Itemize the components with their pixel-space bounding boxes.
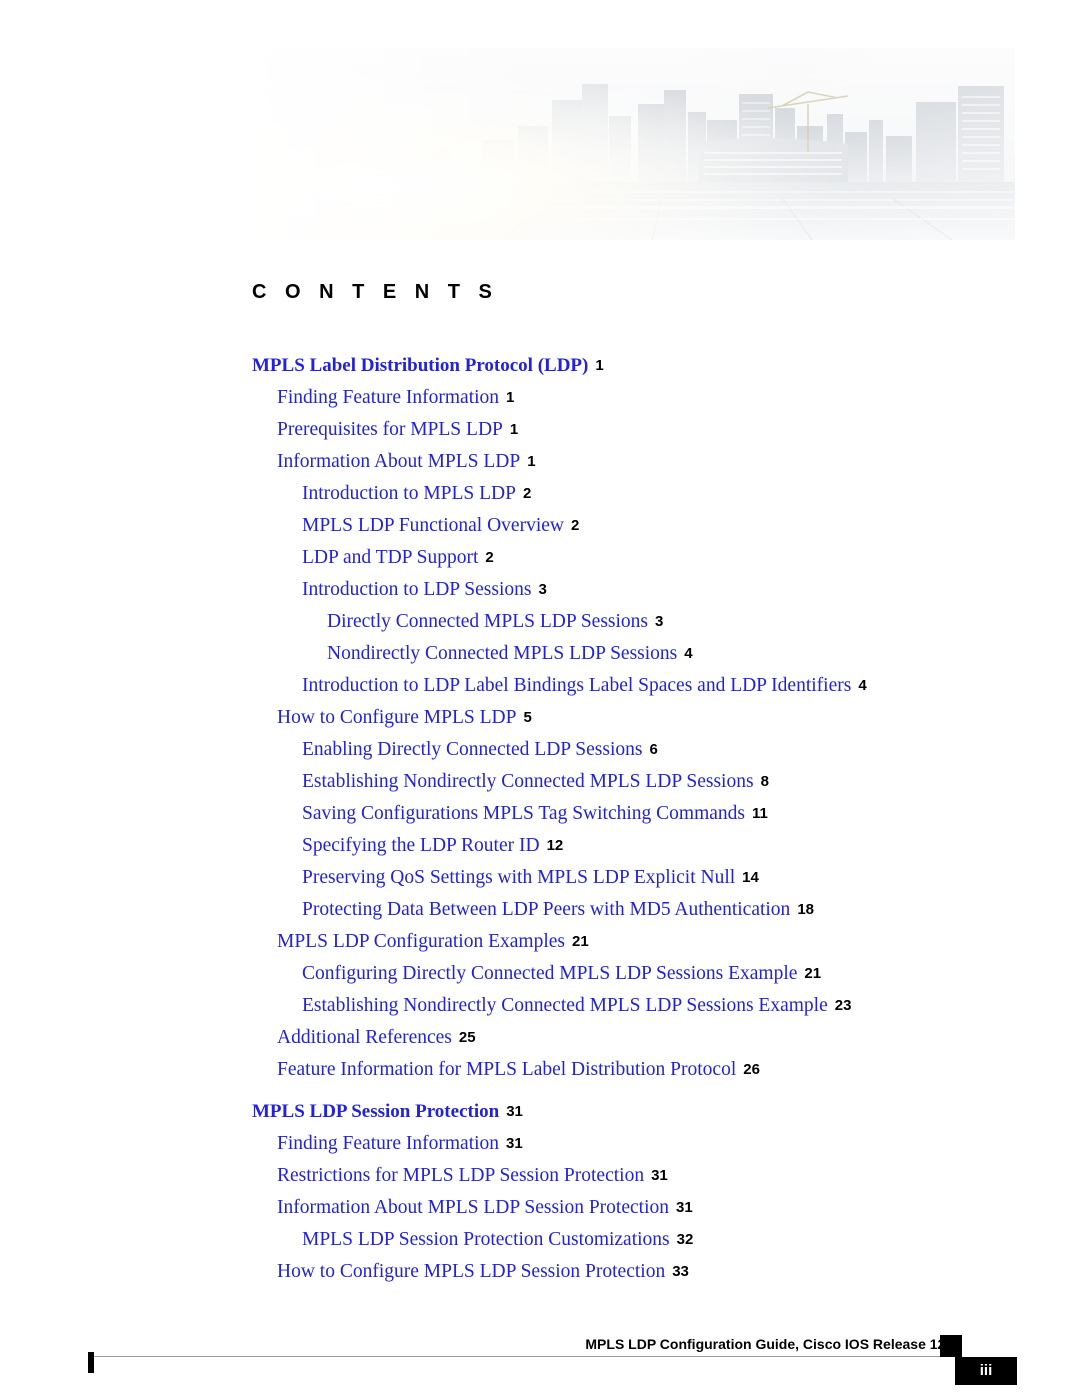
toc-entry[interactable]: Finding Feature Information 31 <box>0 1128 1080 1160</box>
toc-entry-label: Nondirectly Connected MPLS LDP Sessions <box>327 643 678 664</box>
toc-entry[interactable]: Configuring Directly Connected MPLS LDP … <box>0 958 1080 990</box>
toc-entry-label: Introduction to LDP Label Bindings Label… <box>302 675 852 696</box>
toc-entry-label: Configuring Directly Connected MPLS LDP … <box>302 963 798 984</box>
toc-entry-page-number: 21 <box>804 965 822 982</box>
toc-entry-label: Information About MPLS LDP Session Prote… <box>277 1197 669 1218</box>
toc-entry-label: Establishing Nondirectly Connected MPLS … <box>302 995 828 1016</box>
toc-chapter-entry[interactable]: MPLS LDP Session Protection 31 <box>0 1096 1080 1128</box>
toc-entry[interactable]: LDP and TDP Support 2 <box>0 542 1080 574</box>
toc-entry[interactable]: Introduction to LDP Label Bindings Label… <box>0 670 1080 702</box>
footer-black-square <box>940 1335 962 1357</box>
toc-entry-label: Establishing Nondirectly Connected MPLS … <box>302 771 754 792</box>
toc-entry[interactable]: Additional References 25 <box>0 1022 1080 1054</box>
toc-entry[interactable]: How to Configure MPLS LDP 5 <box>0 702 1080 734</box>
toc-entry-label: Finding Feature Information <box>277 387 500 408</box>
toc-entry-page-number: 2 <box>570 517 580 534</box>
toc-chapter-entry[interactable]: MPLS Label Distribution Protocol (LDP) 1 <box>0 350 1080 382</box>
toc-entry-label: MPLS LDP Session Protection Customizatio… <box>302 1229 670 1250</box>
toc-entry[interactable]: Directly Connected MPLS LDP Sessions 3 <box>0 606 1080 638</box>
toc-entry-label: Saving Configurations MPLS Tag Switching… <box>302 803 745 824</box>
toc-entry[interactable]: Restrictions for MPLS LDP Session Protec… <box>0 1160 1080 1192</box>
toc-entry-page-number: 3 <box>538 581 547 598</box>
toc-entry-page-number: 14 <box>742 869 759 886</box>
toc-entry[interactable]: Finding Feature Information 1 <box>0 382 1080 414</box>
footer-left-tick-mark <box>88 1352 94 1373</box>
toc-entry[interactable]: Feature Information for MPLS Label Distr… <box>0 1054 1080 1086</box>
toc-entry[interactable]: Establishing Nondirectly Connected MPLS … <box>0 766 1080 798</box>
toc-entry-label: Introduction to LDP Sessions <box>302 579 532 600</box>
toc-entry-label: Protecting Data Between LDP Peers with M… <box>302 899 791 920</box>
toc-entry[interactable]: Prerequisites for MPLS LDP 1 <box>0 414 1080 446</box>
table-of-contents: MPLS Label Distribution Protocol (LDP) 1 F… <box>0 350 1080 1288</box>
cityscape-illustration <box>252 48 1015 240</box>
toc-entry-label: MPLS LDP Functional Overview <box>302 515 564 536</box>
toc-entry-label: Finding Feature Information <box>277 1133 500 1154</box>
toc-entry[interactable]: Information About MPLS LDP Session Prote… <box>0 1192 1080 1224</box>
toc-entry[interactable]: How to Configure MPLS LDP Session Protec… <box>0 1256 1080 1288</box>
toc-entry-page-number: 31 <box>676 1199 693 1216</box>
toc-entry-label: Feature Information for MPLS Label Distr… <box>277 1059 737 1080</box>
toc-entry-page-number: 18 <box>797 901 814 918</box>
toc-entry-page-number: 11 <box>752 805 768 822</box>
toc-entry-page-number: 31 <box>506 1103 523 1120</box>
toc-entry-page-number: 2 <box>485 549 494 566</box>
toc-entry-label: Restrictions for MPLS LDP Session Protec… <box>277 1165 645 1186</box>
toc-entry-page-number: 23 <box>834 997 852 1014</box>
page-footer: MPLS LDP Configuration Guide, Cisco IOS … <box>0 1330 1080 1397</box>
toc-entry[interactable]: Protecting Data Between LDP Peers with M… <box>0 894 1080 926</box>
toc-entry[interactable]: MPLS LDP Session Protection Customizatio… <box>0 1224 1080 1256</box>
toc-entry-page-number: 4 <box>858 677 867 694</box>
toc-entry[interactable]: Nondirectly Connected MPLS LDP Sessions 4 <box>0 638 1080 670</box>
toc-entry[interactable]: MPLS LDP Configuration Examples 21 <box>0 926 1080 958</box>
toc-entry-label: LDP and TDP Support <box>302 547 479 568</box>
footer-document-title: MPLS LDP Configuration Guide, Cisco IOS … <box>585 1336 957 1352</box>
header-banner-image <box>252 48 1015 240</box>
toc-entry-label: Specifying the LDP Router ID <box>302 835 540 856</box>
toc-entry-label: How to Configure MPLS LDP Session Protec… <box>277 1261 666 1282</box>
toc-entry[interactable]: MPLS LDP Functional Overview 2 <box>0 510 1080 542</box>
toc-entry-page-number: 8 <box>760 773 769 790</box>
toc-entry[interactable]: Introduction to MPLS LDP 2 <box>0 478 1080 510</box>
toc-entry[interactable]: Introduction to LDP Sessions 3 <box>0 574 1080 606</box>
toc-entry-label: Preserving QoS Settings with MPLS LDP Ex… <box>302 867 736 888</box>
toc-entry[interactable]: Establishing Nondirectly Connected MPLS … <box>0 990 1080 1022</box>
footer-page-number: iii <box>955 1357 1017 1385</box>
toc-entry-page-number: 1 <box>595 357 604 374</box>
toc-entry-page-number: 25 <box>458 1029 476 1046</box>
toc-entry-page-number: 5 <box>523 709 532 726</box>
toc-entry[interactable]: Information About MPLS LDP 1 <box>0 446 1080 478</box>
footer-divider <box>88 1356 960 1357</box>
toc-entry-page-number: 6 <box>649 741 658 758</box>
toc-entry-page-number: 1 <box>509 421 519 438</box>
toc-entry-page-number: 4 <box>684 645 693 662</box>
toc-entry-page-number: 26 <box>743 1061 760 1078</box>
toc-entry-page-number: 2 <box>522 485 532 502</box>
toc-entry-page-number: 1 <box>527 453 536 470</box>
toc-entry-page-number: 21 <box>571 933 589 950</box>
toc-entry-label: Additional References <box>277 1027 452 1048</box>
toc-entry[interactable]: Preserving QoS Settings with MPLS LDP Ex… <box>0 862 1080 894</box>
toc-entry[interactable]: Enabling Directly Connected LDP Sessions… <box>0 734 1080 766</box>
toc-entry-page-number: 12 <box>546 837 564 854</box>
toc-entry-label: Directly Connected MPLS LDP Sessions <box>327 611 649 632</box>
toc-entry-page-number: 1 <box>506 389 515 406</box>
toc-entry-label: Prerequisites for MPLS LDP <box>277 419 503 440</box>
toc-entry-page-number: 31 <box>651 1167 668 1184</box>
toc-entry-label: How to Configure MPLS LDP <box>277 707 517 728</box>
page-title: C O N T E N T S <box>252 281 499 303</box>
toc-entry-page-number: 31 <box>506 1135 523 1152</box>
toc-entry-page-number: 3 <box>655 613 664 630</box>
toc-entry-label: MPLS Label Distribution Protocol (LDP) <box>252 355 589 376</box>
toc-entry-label: Introduction to MPLS LDP <box>302 483 516 504</box>
toc-entry[interactable]: Specifying the LDP Router ID 12 <box>0 830 1080 862</box>
toc-entry-label: MPLS LDP Configuration Examples <box>277 931 565 952</box>
toc-entry-label: Information About MPLS LDP <box>277 451 521 472</box>
toc-entry-page-number: 32 <box>676 1231 694 1248</box>
toc-entry-page-number: 33 <box>672 1263 689 1280</box>
toc-entry-label: Enabling Directly Connected LDP Sessions <box>302 739 643 760</box>
toc-entry-label: MPLS LDP Session Protection <box>252 1101 500 1122</box>
toc-entry[interactable]: Saving Configurations MPLS Tag Switching… <box>0 798 1080 830</box>
